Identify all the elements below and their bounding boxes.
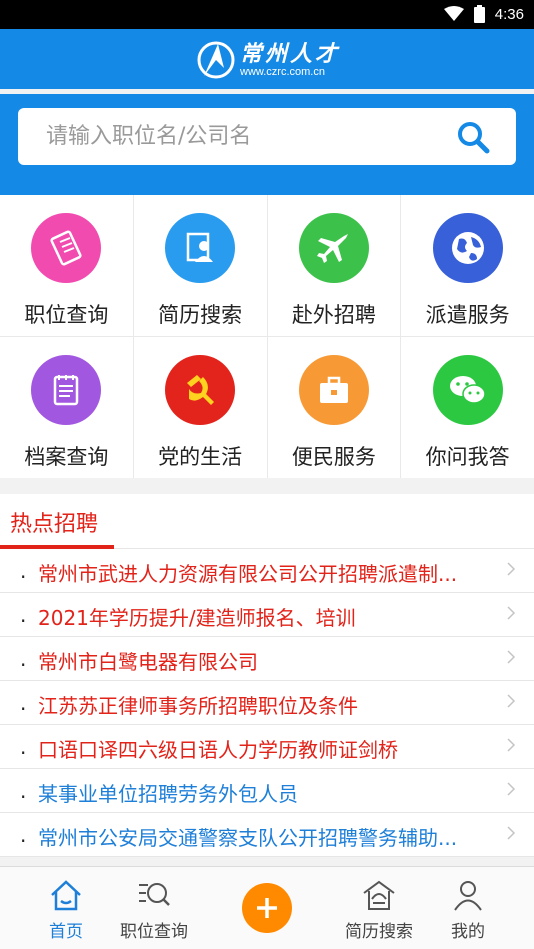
logo-brand: 常州人才 <box>240 41 341 67</box>
hot-recruit-title: 热点招聘 <box>10 512 99 537</box>
tab-label: 首页 <box>49 922 83 942</box>
news-item[interactable]: . 常州市武进人力资源有限公司公开招聘派遣制... <box>0 549 534 593</box>
logo-mark-icon <box>197 41 235 79</box>
grid-item-qa[interactable]: 你问我答 <box>401 337 534 478</box>
wechat-icon <box>432 355 503 425</box>
grid-item-overseas-recruit[interactable]: 赴外招聘 <box>267 195 401 336</box>
chevron-right-icon <box>507 826 516 840</box>
news-item-title: 某事业单位招聘劳务外包人员 <box>38 782 298 806</box>
search-box[interactable] <box>18 108 516 165</box>
grid-item-archive-query[interactable]: 档案查询 <box>0 337 133 478</box>
bullet-dot: . <box>20 603 27 627</box>
resume-icon <box>363 880 395 910</box>
tab-home[interactable]: 首页 <box>21 867 111 949</box>
chevron-right-icon <box>507 562 516 576</box>
news-item[interactable]: . 常州市白鹭电器有限公司 <box>0 637 534 681</box>
tab-job-query[interactable]: 职位查询 <box>109 867 199 949</box>
grid-item-label: 党的生活 <box>158 445 243 469</box>
grid-item-resume-search[interactable]: 简历搜索 <box>133 195 267 336</box>
bullet-dot: . <box>20 647 27 671</box>
logo-url: www.czrc.com.cn <box>240 66 325 78</box>
plus-icon <box>257 898 277 918</box>
toolbox-icon <box>298 355 369 425</box>
grid-item-convenience-service[interactable]: 便民服务 <box>267 337 401 478</box>
bullet-dot: . <box>20 559 27 583</box>
tab-profile[interactable]: 我的 <box>423 867 513 949</box>
grid-item-dispatch-service[interactable]: 派遣服务 <box>401 195 534 336</box>
chevron-right-icon <box>507 738 516 752</box>
job-query-icon <box>31 213 102 283</box>
news-item-title: 常州市武进人力资源有限公司公开招聘派遣制... <box>38 562 458 586</box>
bullet-dot: . <box>20 691 27 715</box>
grid-item-label: 派遣服务 <box>425 303 510 327</box>
battery-icon <box>473 5 485 23</box>
news-item-title: 口语口译四六级日语人力学历教师证剑桥 <box>38 738 398 762</box>
bullet-dot: . <box>20 823 27 847</box>
grid-item-party-life[interactable]: 党的生活 <box>133 337 267 478</box>
add-button[interactable] <box>242 883 292 933</box>
czrc-logo: 常州人才 www.czrc.com.cn <box>196 38 346 82</box>
news-item[interactable]: . 2021年学历提升/建造师报名、培训 <box>0 593 534 637</box>
airplane-icon <box>298 213 369 283</box>
news-item-title: 常州市白鹭电器有限公司 <box>38 650 258 674</box>
news-item-title: 2021年学历提升/建造师报名、培训 <box>38 606 356 630</box>
wifi-icon <box>443 6 464 21</box>
bullet-dot: . <box>20 735 27 759</box>
archive-icon <box>31 355 102 425</box>
grid-item-label: 简历搜索 <box>158 303 243 327</box>
hot-recruit-header: 热点招聘 <box>0 494 534 549</box>
bullet-dot: . <box>20 779 27 803</box>
news-item[interactable]: . 江苏苏正律师事务所招聘职位及条件 <box>0 681 534 725</box>
chevron-right-icon <box>507 606 516 620</box>
search-icon[interactable] <box>456 120 490 154</box>
tab-resume-search[interactable]: 简历搜索 <box>334 867 424 949</box>
news-item[interactable]: . 口语口译四六级日语人力学历教师证剑桥 <box>0 725 534 769</box>
news-item[interactable]: . 常州市公安局交通警察支队公开招聘警务辅助... <box>0 813 534 857</box>
news-list: . 常州市武进人力资源有限公司公开招聘派遣制.... 2021年学历提升/建造师报名… <box>0 549 534 857</box>
home-icon <box>51 880 81 911</box>
news-item-title: 江苏苏正律师事务所招聘职位及条件 <box>38 694 358 718</box>
grid-item-label: 赴外招聘 <box>291 303 376 327</box>
grid-item-label: 档案查询 <box>24 445 109 469</box>
chevron-right-icon <box>507 782 516 796</box>
chevron-right-icon <box>507 650 516 664</box>
grid-item-job-query[interactable]: 职位查询 <box>0 195 133 336</box>
grid-item-label: 你问我答 <box>425 445 510 469</box>
status-bar: 4:36 <box>0 0 534 29</box>
globe-icon <box>432 213 503 283</box>
job-search-icon <box>139 883 170 906</box>
app-header: 常州人才 www.czrc.com.cn <box>0 29 534 89</box>
tab-label: 我的 <box>451 922 485 942</box>
news-item-title: 常州市公安局交通警察支队公开招聘警务辅助... <box>38 826 458 850</box>
hot-recruit-section: 热点招聘 . 常州市武进人力资源有限公司公开招聘派遣制.... 2021年学历提升/… <box>0 494 534 857</box>
party-emblem-icon <box>165 355 236 425</box>
search-area <box>0 94 534 197</box>
news-item[interactable]: . 某事业单位招聘劳务外包人员 <box>0 769 534 813</box>
status-time: 4:36 <box>494 5 524 23</box>
tab-label: 简历搜索 <box>345 922 413 942</box>
search-input[interactable] <box>46 108 426 165</box>
grid-item-label: 便民服务 <box>291 445 376 469</box>
tab-label: 职位查询 <box>120 922 188 942</box>
service-grid: 职位查询 简历搜索 赴外招聘 派遣服务 档案查询 党的生活 便民服务 你问我答 <box>0 195 534 478</box>
resume-search-icon <box>165 213 236 283</box>
grid-item-label: 职位查询 <box>24 303 109 327</box>
chevron-right-icon <box>507 694 516 708</box>
bottom-tab-bar: 首页 职位查询 简历搜索 我的 <box>0 866 534 949</box>
profile-icon <box>454 881 482 911</box>
